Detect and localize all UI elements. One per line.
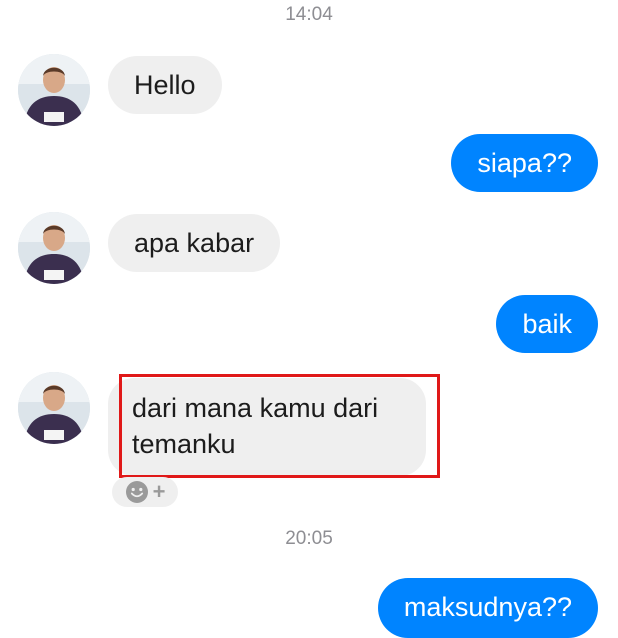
contact-avatar[interactable]	[18, 54, 90, 126]
message-text: baik	[522, 309, 572, 339]
outgoing-message[interactable]: baik	[496, 295, 598, 353]
outgoing-message[interactable]: siapa??	[451, 134, 598, 192]
timestamp: 14:04	[285, 4, 333, 25]
message-text: Hello	[134, 70, 196, 100]
highlight-box	[119, 374, 440, 478]
outgoing-message[interactable]: maksudnya??	[377, 578, 598, 638]
message-text: maksudnya??	[403, 592, 572, 622]
contact-avatar[interactable]	[18, 212, 90, 284]
timestamp: 20:05	[285, 528, 333, 549]
contact-avatar[interactable]	[18, 372, 90, 444]
incoming-message[interactable]: apa kabar	[108, 214, 281, 272]
chat-thread: 14:04 Hello siapa?? apa kabar baik dari …	[0, 0, 618, 638]
incoming-message[interactable]: Hello	[108, 56, 222, 114]
message-text: siapa??	[477, 148, 572, 178]
smiley-icon	[125, 481, 148, 503]
add-reaction-button[interactable]: +	[112, 477, 178, 507]
message-text: apa kabar	[134, 228, 255, 258]
plus-icon: +	[152, 479, 166, 504]
